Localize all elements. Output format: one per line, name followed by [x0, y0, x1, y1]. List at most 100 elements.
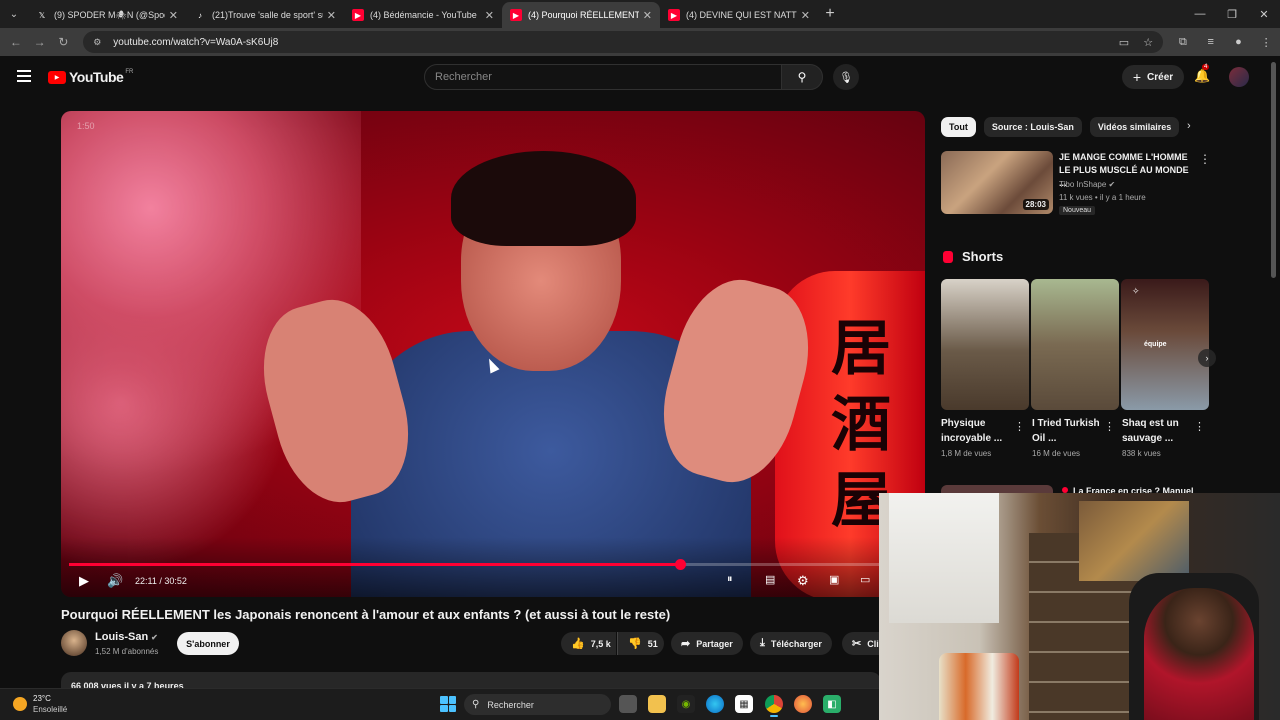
webcam-window: [889, 493, 999, 623]
discord-icon[interactable]: ◧: [823, 695, 841, 713]
tab-bedemancie[interactable]: ▶ (4) Bédémancie - YouTube ✕: [344, 2, 502, 28]
url-field[interactable]: ⚙ youtube.com/watch?v=Wa0A-sK6Uj8 ▭ ☆: [83, 31, 1164, 53]
progress-bar[interactable]: [69, 559, 917, 570]
notifications-bell-icon[interactable]: 🔔 4: [1194, 64, 1210, 84]
scrubber-knob[interactable]: [674, 559, 686, 570]
chip-source[interactable]: Source : Louis-San: [983, 117, 1082, 137]
taskbar-search[interactable]: ⚲ Rechercher: [464, 694, 611, 715]
short-title[interactable]: Physique incroyable ...: [941, 416, 1013, 446]
nvidia-icon[interactable]: ◉: [677, 695, 695, 713]
create-button[interactable]: + Créer: [1122, 65, 1184, 89]
chrome-icon[interactable]: [765, 695, 783, 717]
minimize-icon[interactable]: —: [1184, 8, 1216, 20]
youtube-logo[interactable]: ▶ YouTube FR: [48, 69, 133, 85]
cast-icon[interactable]: ▭: [1119, 36, 1129, 49]
short-thumbnail[interactable]: [941, 279, 1029, 410]
windows-start-icon[interactable]: [440, 696, 456, 712]
search-icon[interactable]: ⚲: [781, 64, 823, 90]
chevron-right-icon[interactable]: ›: [1198, 349, 1216, 367]
task-view-icon[interactable]: [619, 695, 637, 713]
youtube-icon: ▶: [668, 9, 680, 21]
forward-icon[interactable]: →: [28, 35, 52, 49]
more-options-icon[interactable]: ⋮: [1194, 420, 1205, 433]
tab-search-dropdown-icon[interactable]: ⌄: [0, 0, 28, 28]
miniplayer-icon[interactable]: ▣: [829, 573, 839, 586]
short-views: 1,8 M de vues: [941, 449, 992, 458]
new-tab-icon[interactable]: +: [818, 5, 842, 23]
menu-icon[interactable]: ⋮: [1252, 36, 1280, 49]
tab-spoder[interactable]: 𝕏 (9) SPODER M🕷N (@Spoder_ ✕: [28, 2, 186, 28]
bookmark-star-icon[interactable]: ☆: [1143, 36, 1153, 49]
close-tab-icon[interactable]: ✕: [643, 9, 652, 22]
weather-temperature[interactable]: 23°C: [33, 694, 51, 703]
maximize-icon[interactable]: ❐: [1216, 8, 1248, 21]
like-button[interactable]: 👍 7,5 k: [561, 632, 616, 655]
youtube-play-icon: ▶: [48, 70, 66, 84]
tab-natty[interactable]: ▶ (4) DEVINE QUI EST NATTY ? #s ✕: [660, 2, 818, 28]
close-tab-icon[interactable]: ✕: [327, 9, 336, 22]
page-scrollbar[interactable]: [1271, 62, 1276, 278]
webcam-overlay: [879, 493, 1280, 720]
play-icon[interactable]: ▶: [79, 573, 89, 589]
back-icon[interactable]: ←: [4, 35, 28, 49]
edge-icon[interactable]: [706, 695, 724, 713]
short-title[interactable]: I Tried Turkish Oil ...: [1032, 416, 1104, 446]
shorts-heading: Shorts: [943, 249, 1003, 264]
chip-all[interactable]: Tout: [941, 117, 976, 137]
settings-gear-icon[interactable]: ⚙: [797, 573, 809, 589]
chip-similar[interactable]: Vidéos similaires: [1089, 117, 1180, 137]
channel-name-link[interactable]: Louis-San ✔: [95, 631, 158, 643]
video-duration: 28:03: [1022, 199, 1049, 210]
hamburger-menu-icon[interactable]: [17, 70, 31, 82]
thumbs-down-icon: 👎: [628, 638, 642, 650]
video-player[interactable]: 居酒屋 1:50 ▶ 🔊 22:11 / 30:52 ⏸ ▤ ⚙ ▣ ▭: [61, 111, 925, 597]
firefox-icon[interactable]: [794, 695, 812, 713]
recommended-channel[interactable]: Tibo InShape ✔: [1059, 180, 1115, 189]
reading-list-icon[interactable]: ≡: [1197, 36, 1225, 48]
tab-tiktok[interactable]: ♪ (21)Trouve 'salle de sport' sur T ✕: [186, 2, 344, 28]
chevron-right-icon[interactable]: ›: [1187, 120, 1191, 132]
microphone-icon[interactable]: 🎙: [833, 64, 859, 90]
file-explorer-icon[interactable]: [648, 695, 666, 713]
more-options-icon[interactable]: ⋮: [1199, 152, 1211, 166]
search-input[interactable]: Rechercher: [424, 64, 782, 90]
subtitles-icon[interactable]: ▤: [765, 573, 775, 586]
short-title[interactable]: Shaq est un sauvage ...: [1122, 416, 1194, 446]
thumbs-up-icon: 👍: [571, 638, 585, 650]
close-tab-icon[interactable]: ✕: [801, 9, 810, 22]
share-button[interactable]: ➦ Partager: [671, 632, 743, 655]
channel-avatar[interactable]: [61, 630, 87, 656]
scissors-icon: ✂: [852, 638, 862, 650]
video-overlay-timestamp: 1:50: [77, 121, 95, 131]
new-badge: Nouveau: [1059, 206, 1096, 215]
weather-condition[interactable]: Ensoleillé: [33, 705, 67, 714]
theater-mode-icon[interactable]: ▭: [860, 573, 870, 586]
account-avatar[interactable]: [1229, 67, 1249, 87]
close-tab-icon[interactable]: ✕: [485, 9, 494, 22]
download-button[interactable]: ⤓ Télécharger: [750, 632, 832, 655]
close-window-icon[interactable]: ✕: [1248, 8, 1280, 21]
autoplay-toggle-icon[interactable]: ⏸: [727, 573, 733, 586]
clip-button[interactable]: ✂ Cli: [842, 632, 879, 655]
webcam-person: [1144, 588, 1254, 720]
site-info-icon[interactable]: ⚙: [93, 37, 105, 48]
youtube-icon: ▶: [510, 9, 522, 21]
more-options-icon[interactable]: ⋮: [1014, 420, 1025, 433]
verified-check-icon: ✔: [151, 633, 158, 642]
subscriber-count: 1,52 M d'abonnés: [95, 647, 159, 656]
short-thumbnail[interactable]: [1031, 279, 1119, 410]
dislike-button[interactable]: 👎 51: [617, 632, 664, 655]
more-options-icon[interactable]: ⋮: [1104, 420, 1115, 433]
close-tab-icon[interactable]: ✕: [169, 9, 178, 22]
reload-icon[interactable]: ↻: [52, 35, 76, 49]
store-icon[interactable]: ▦: [735, 695, 753, 713]
shorts-logo-icon: [943, 250, 953, 263]
recommended-thumbnail[interactable]: 28:03: [941, 151, 1053, 214]
sun-weather-icon[interactable]: [13, 697, 27, 711]
profile-icon[interactable]: ●: [1225, 36, 1253, 48]
volume-icon[interactable]: 🔊: [107, 573, 123, 589]
browser-tab-bar: ⌄ 𝕏 (9) SPODER M🕷N (@Spoder_ ✕ ♪ (21)Tro…: [0, 0, 1280, 28]
tab-pourquoi-active[interactable]: ▶ (4) Pourquoi RÉELLEMENT les Ja ✕: [502, 2, 660, 28]
extensions-icon[interactable]: ⧉: [1169, 36, 1197, 49]
subscribe-button[interactable]: S'abonner: [177, 632, 239, 655]
